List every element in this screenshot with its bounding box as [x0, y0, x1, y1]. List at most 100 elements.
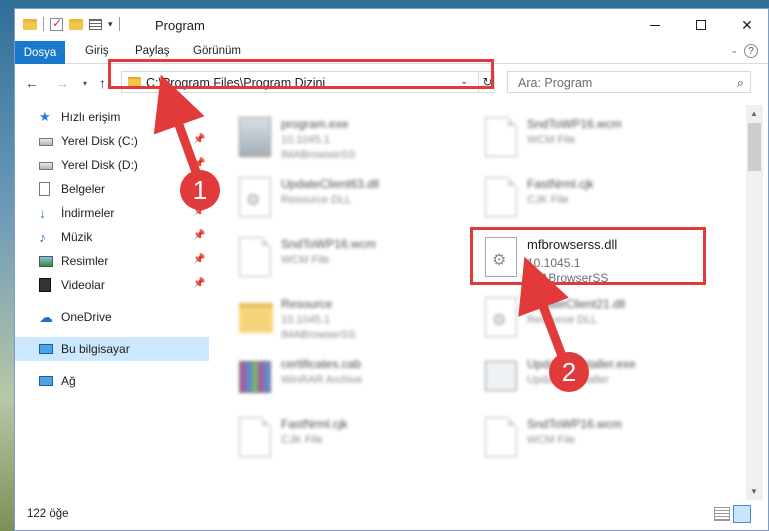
sidebar-item-network[interactable]: Ağ [15, 369, 209, 393]
quick-access-toolbar: ▾ [23, 16, 120, 31]
drive-icon [39, 138, 53, 146]
tab-file[interactable]: Dosya [15, 41, 65, 64]
file-item[interactable]: Resource 10.1045.1 IMABrowserSS [211, 291, 451, 349]
item-count: 122 öğe [27, 508, 69, 520]
file-item[interactable]: program.exe 10.1045.1 IMABrowserSS [211, 111, 451, 169]
tab-share[interactable]: Paylaş [135, 45, 170, 57]
dll-icon: ⚙ [239, 177, 271, 217]
network-icon [39, 376, 53, 386]
file-name: SndToWP16.wcm [527, 417, 622, 431]
file-item[interactable]: FastNrml.cjk CJK File [211, 411, 451, 469]
sidebar-item-label: Hızlı erişim [61, 110, 121, 124]
sidebar-item-label: OneDrive [61, 310, 112, 324]
divider [118, 17, 120, 31]
sidebar-item-music[interactable]: ♪ Müzik 📌 [15, 225, 209, 249]
tiles-view-icon[interactable] [733, 505, 751, 523]
pin-icon[interactable]: 📌 [193, 134, 205, 145]
search-icon[interactable]: ⌕ [737, 75, 744, 91]
file-item[interactable]: ⚙ UpdateClient21.dll Resource DLL [457, 291, 697, 349]
search-input[interactable]: Ara: Program [518, 76, 592, 90]
dll-icon: ⚙ [485, 297, 517, 337]
file-name: FastNrml.cjk [281, 417, 348, 431]
file-name: UpdateClient63.dll [281, 177, 380, 191]
recent-locations-icon[interactable]: ▾ [83, 79, 87, 88]
pin-icon[interactable]: 📌 [193, 254, 205, 265]
file-item[interactable]: SndToWP16.wcm WCM File [211, 231, 451, 289]
cloud-icon: ☁ [39, 309, 53, 325]
download-icon: ↓ [39, 205, 46, 221]
title-bar: ▾ Program ✕ [15, 9, 768, 41]
computer-icon [39, 344, 53, 354]
maximize-button[interactable] [678, 9, 724, 41]
document-icon [239, 417, 271, 457]
file-detail: Resource DLL [281, 194, 352, 206]
sidebar-item-onedrive[interactable]: ☁ OneDrive [15, 305, 209, 329]
minimize-icon [650, 24, 660, 26]
scrollbar-thumb[interactable] [748, 123, 761, 171]
scroll-down-icon[interactable]: ▼ [750, 487, 758, 496]
close-icon: ✕ [741, 16, 753, 33]
documents-icon [39, 182, 50, 196]
file-highlight [470, 227, 706, 285]
expand-ribbon-icon[interactable]: ⌄ [730, 45, 738, 56]
properties-icon[interactable] [89, 18, 102, 30]
document-icon [485, 117, 517, 157]
file-detail: WCM File [281, 254, 330, 266]
scroll-up-icon[interactable]: ▲ [750, 109, 758, 118]
file-name: SndToWP16.wcm [527, 117, 622, 131]
file-name: UpdateClient21.dll [527, 297, 626, 311]
document-icon [485, 417, 517, 457]
close-button[interactable]: ✕ [724, 9, 769, 41]
search-box[interactable]: Ara: Program ⌕ [507, 71, 751, 93]
file-name: FastNrml.cjk [527, 177, 594, 191]
sidebar-item-label: Yerel Disk (D:) [61, 158, 138, 172]
sidebar-item-local-disk-d[interactable]: Yerel Disk (D:) 📌 [15, 153, 209, 177]
file-detail: WCM File [527, 434, 576, 446]
file-item[interactable]: SndToWP16.wcm WCM File [457, 111, 697, 169]
file-item[interactable]: ⚙ UpdateClient63.dll Resource DLL [211, 171, 451, 229]
file-detail: CJK File [281, 434, 323, 446]
file-name: program.exe [281, 117, 349, 131]
file-item[interactable]: SndToWP16.wcm WCM File [457, 411, 697, 469]
pictures-icon [39, 256, 53, 267]
document-icon [239, 237, 271, 277]
maximize-icon [696, 20, 706, 30]
file-detail: WinRAR Archive [281, 374, 363, 386]
pin-icon[interactable]: 📌 [193, 158, 205, 169]
tab-view[interactable]: Görünüm [193, 45, 241, 57]
videos-icon [39, 278, 51, 292]
sidebar-item-label: Müzik [61, 230, 93, 244]
file-detail: CJK File [527, 194, 569, 206]
help-icon[interactable]: ? [744, 44, 758, 58]
sidebar-item-videos[interactable]: Videolar 📌 [15, 273, 209, 297]
details-view-icon[interactable] [714, 507, 730, 521]
sidebar-item-label: Videolar [61, 278, 105, 292]
navigation-pane: ★ Hızlı erişim Yerel Disk (C:) 📌 Yerel D… [15, 105, 209, 500]
forward-arrow-icon[interactable]: → [55, 75, 69, 91]
new-folder-icon[interactable] [69, 18, 83, 30]
window-title: Program [155, 18, 205, 33]
sidebar-item-downloads[interactable]: ↓ İndirmeler 📌 [15, 201, 209, 225]
music-icon: ♪ [39, 229, 46, 245]
properties-check-icon[interactable] [50, 16, 63, 31]
sidebar-item-this-pc[interactable]: Bu bilgisayar [15, 337, 209, 361]
address-bar-highlight [108, 59, 494, 89]
pin-icon[interactable]: 📌 [193, 278, 205, 289]
sidebar-item-pictures[interactable]: Resimler 📌 [15, 249, 209, 273]
star-icon: ★ [39, 109, 51, 124]
minimize-button[interactable] [632, 9, 678, 41]
back-arrow-icon[interactable]: ← [25, 75, 39, 91]
exe-icon [239, 117, 271, 157]
sidebar-item-local-disk-c[interactable]: Yerel Disk (C:) 📌 [15, 129, 209, 153]
file-item[interactable]: FastNrml.cjk CJK File [457, 171, 697, 229]
file-detail: 10.1045.1 [281, 314, 330, 326]
vertical-scrollbar[interactable]: ▲ ▼ [746, 105, 763, 500]
pin-icon[interactable]: 📌 [193, 230, 205, 241]
drive-icon [39, 162, 53, 170]
customize-dropdown-icon[interactable]: ▾ [108, 19, 113, 30]
tab-home[interactable]: Giriş [85, 45, 109, 57]
file-detail: Resource DLL [527, 314, 598, 326]
sidebar-item-quick-access[interactable]: ★ Hızlı erişim [15, 105, 209, 129]
up-arrow-icon[interactable]: ↑ [99, 75, 106, 91]
file-item[interactable]: certificates.cab WinRAR Archive [211, 351, 451, 409]
